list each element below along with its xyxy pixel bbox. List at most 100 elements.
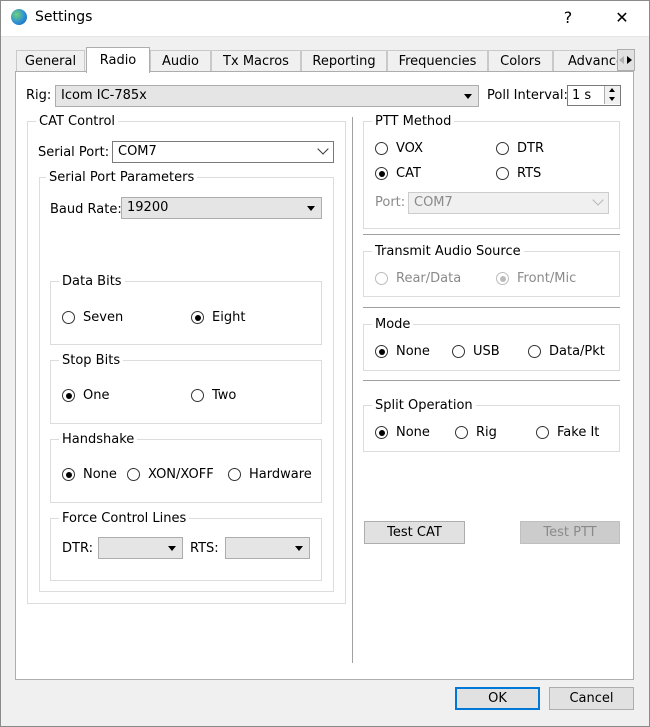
dtr-select[interactable] <box>98 537 183 559</box>
spin-up-icon <box>609 88 615 92</box>
radio-icon <box>528 345 541 358</box>
dropdown-arrow-icon <box>464 94 472 99</box>
radio-checked-icon <box>375 167 388 180</box>
serial-port-value: COM7 <box>118 144 157 159</box>
rig-value: Icom IC-785x <box>61 88 147 103</box>
radio-label: Rig <box>476 425 497 440</box>
dtr-label: DTR: <box>62 541 93 556</box>
radio-label: Hardware <box>249 467 312 482</box>
baud-rate-select[interactable]: 19200 <box>121 197 322 219</box>
chevron-down-icon <box>317 143 329 155</box>
mode-title: Mode <box>372 317 414 332</box>
tab-scroll-right-icon[interactable] <box>627 56 632 64</box>
tab-audio[interactable]: Audio <box>150 50 211 71</box>
ptt-method-title: PTT Method <box>372 114 455 129</box>
close-button[interactable]: ✕ <box>599 0 645 36</box>
radio-icon <box>127 468 140 481</box>
radio-label: VOX <box>396 141 423 156</box>
tab-colors[interactable]: Colors <box>488 50 553 71</box>
radio-icon <box>536 426 549 439</box>
radio-checked-icon <box>375 426 388 439</box>
baud-rate-label: Baud Rate: <box>50 202 122 217</box>
rts-label: RTS: <box>190 541 219 556</box>
radio-label: DTR <box>517 141 544 156</box>
radio-icon <box>496 142 509 155</box>
radio-label: Fake It <box>557 425 600 440</box>
radio-icon <box>375 272 388 285</box>
dropdown-arrow-icon <box>307 206 315 211</box>
poll-interval-value: 1 s <box>572 88 592 103</box>
section-divider <box>363 234 620 236</box>
radio-label: Eight <box>212 310 246 325</box>
poll-interval-spinner[interactable]: 1 s <box>567 85 621 106</box>
spin-up-button[interactable] <box>604 86 620 95</box>
rts-select[interactable] <box>225 537 310 559</box>
radio-checked-icon <box>62 389 75 402</box>
section-divider <box>363 380 620 382</box>
help-button[interactable]: ? <box>545 0 591 36</box>
radio-label: None <box>396 425 430 440</box>
radio-label: USB <box>473 344 500 359</box>
radio-label: RTS <box>517 166 542 181</box>
tab-scroll-left-icon[interactable] <box>619 56 624 64</box>
tab-general[interactable]: General <box>16 50 85 71</box>
test-cat-button[interactable]: Test CAT <box>364 521 465 544</box>
spin-down-button[interactable] <box>604 95 620 104</box>
stop-bits-title: Stop Bits <box>59 353 124 368</box>
chevron-down-icon <box>592 194 604 206</box>
tab-frequencies[interactable]: Frequencies <box>387 50 488 71</box>
tab-tx-macros[interactable]: Tx Macros <box>211 50 301 71</box>
radio-icon <box>62 311 75 324</box>
baud-rate-value: 19200 <box>127 200 169 215</box>
radio-label: None <box>396 344 430 359</box>
tx-audio-title: Transmit Audio Source <box>372 244 524 259</box>
window-title: Settings <box>35 9 93 25</box>
serial-port-select[interactable]: COM7 <box>112 141 334 163</box>
spin-down-icon <box>609 97 615 101</box>
test-ptt-button[interactable]: Test PTT <box>520 521 620 544</box>
radio-checked-icon <box>62 468 75 481</box>
tab-scroll-arrows[interactable] <box>617 49 635 71</box>
ptt-port-value: COM7 <box>414 195 453 210</box>
radio-label: Front/Mic <box>517 271 577 286</box>
cat-control-title: CAT Control <box>36 114 119 129</box>
ptt-port-select[interactable]: COM7 <box>408 192 609 214</box>
tab-reporting[interactable]: Reporting <box>301 50 387 71</box>
tab-advanced[interactable]: Advanced <box>553 50 621 71</box>
vertical-divider <box>352 117 354 663</box>
poll-interval-label: Poll Interval: <box>487 88 568 103</box>
radio-label: CAT <box>396 166 421 181</box>
radio-icon <box>191 389 204 402</box>
radio-label: One <box>83 388 110 403</box>
handshake-title: Handshake <box>59 432 138 447</box>
tab-radio[interactable]: Radio <box>86 47 150 73</box>
section-divider <box>363 307 620 309</box>
cancel-button[interactable]: Cancel <box>549 687 634 710</box>
radio-icon <box>496 167 509 180</box>
rig-select[interactable]: Icom IC-785x <box>55 85 479 107</box>
title-bar: Settings ? ✕ <box>0 0 650 37</box>
radio-label: XON/XOFF <box>148 467 214 482</box>
radio-icon <box>452 345 465 358</box>
app-globe-icon <box>11 9 27 25</box>
radio-checked-icon <box>191 311 204 324</box>
dropdown-arrow-icon <box>295 546 303 551</box>
ok-button[interactable]: OK <box>455 687 540 710</box>
radio-icon <box>375 142 388 155</box>
radio-label: None <box>83 467 117 482</box>
dropdown-arrow-icon <box>168 546 176 551</box>
radio-label: Rear/Data <box>396 271 462 286</box>
serial-params-title: Serial Port Parameters <box>46 170 198 185</box>
radio-label: Seven <box>83 310 124 325</box>
force-control-title: Force Control Lines <box>59 511 190 526</box>
rig-label: Rig: <box>26 88 52 103</box>
radio-checked-icon <box>375 345 388 358</box>
radio-checked-icon <box>496 272 509 285</box>
serial-port-label: Serial Port: <box>38 145 110 160</box>
ptt-port-label: Port: <box>375 195 406 210</box>
radio-label: Data/Pkt <box>549 344 605 359</box>
data-bits-title: Data Bits <box>59 274 125 289</box>
radio-label: Two <box>212 388 237 403</box>
radio-icon <box>228 468 241 481</box>
radio-icon <box>455 426 468 439</box>
